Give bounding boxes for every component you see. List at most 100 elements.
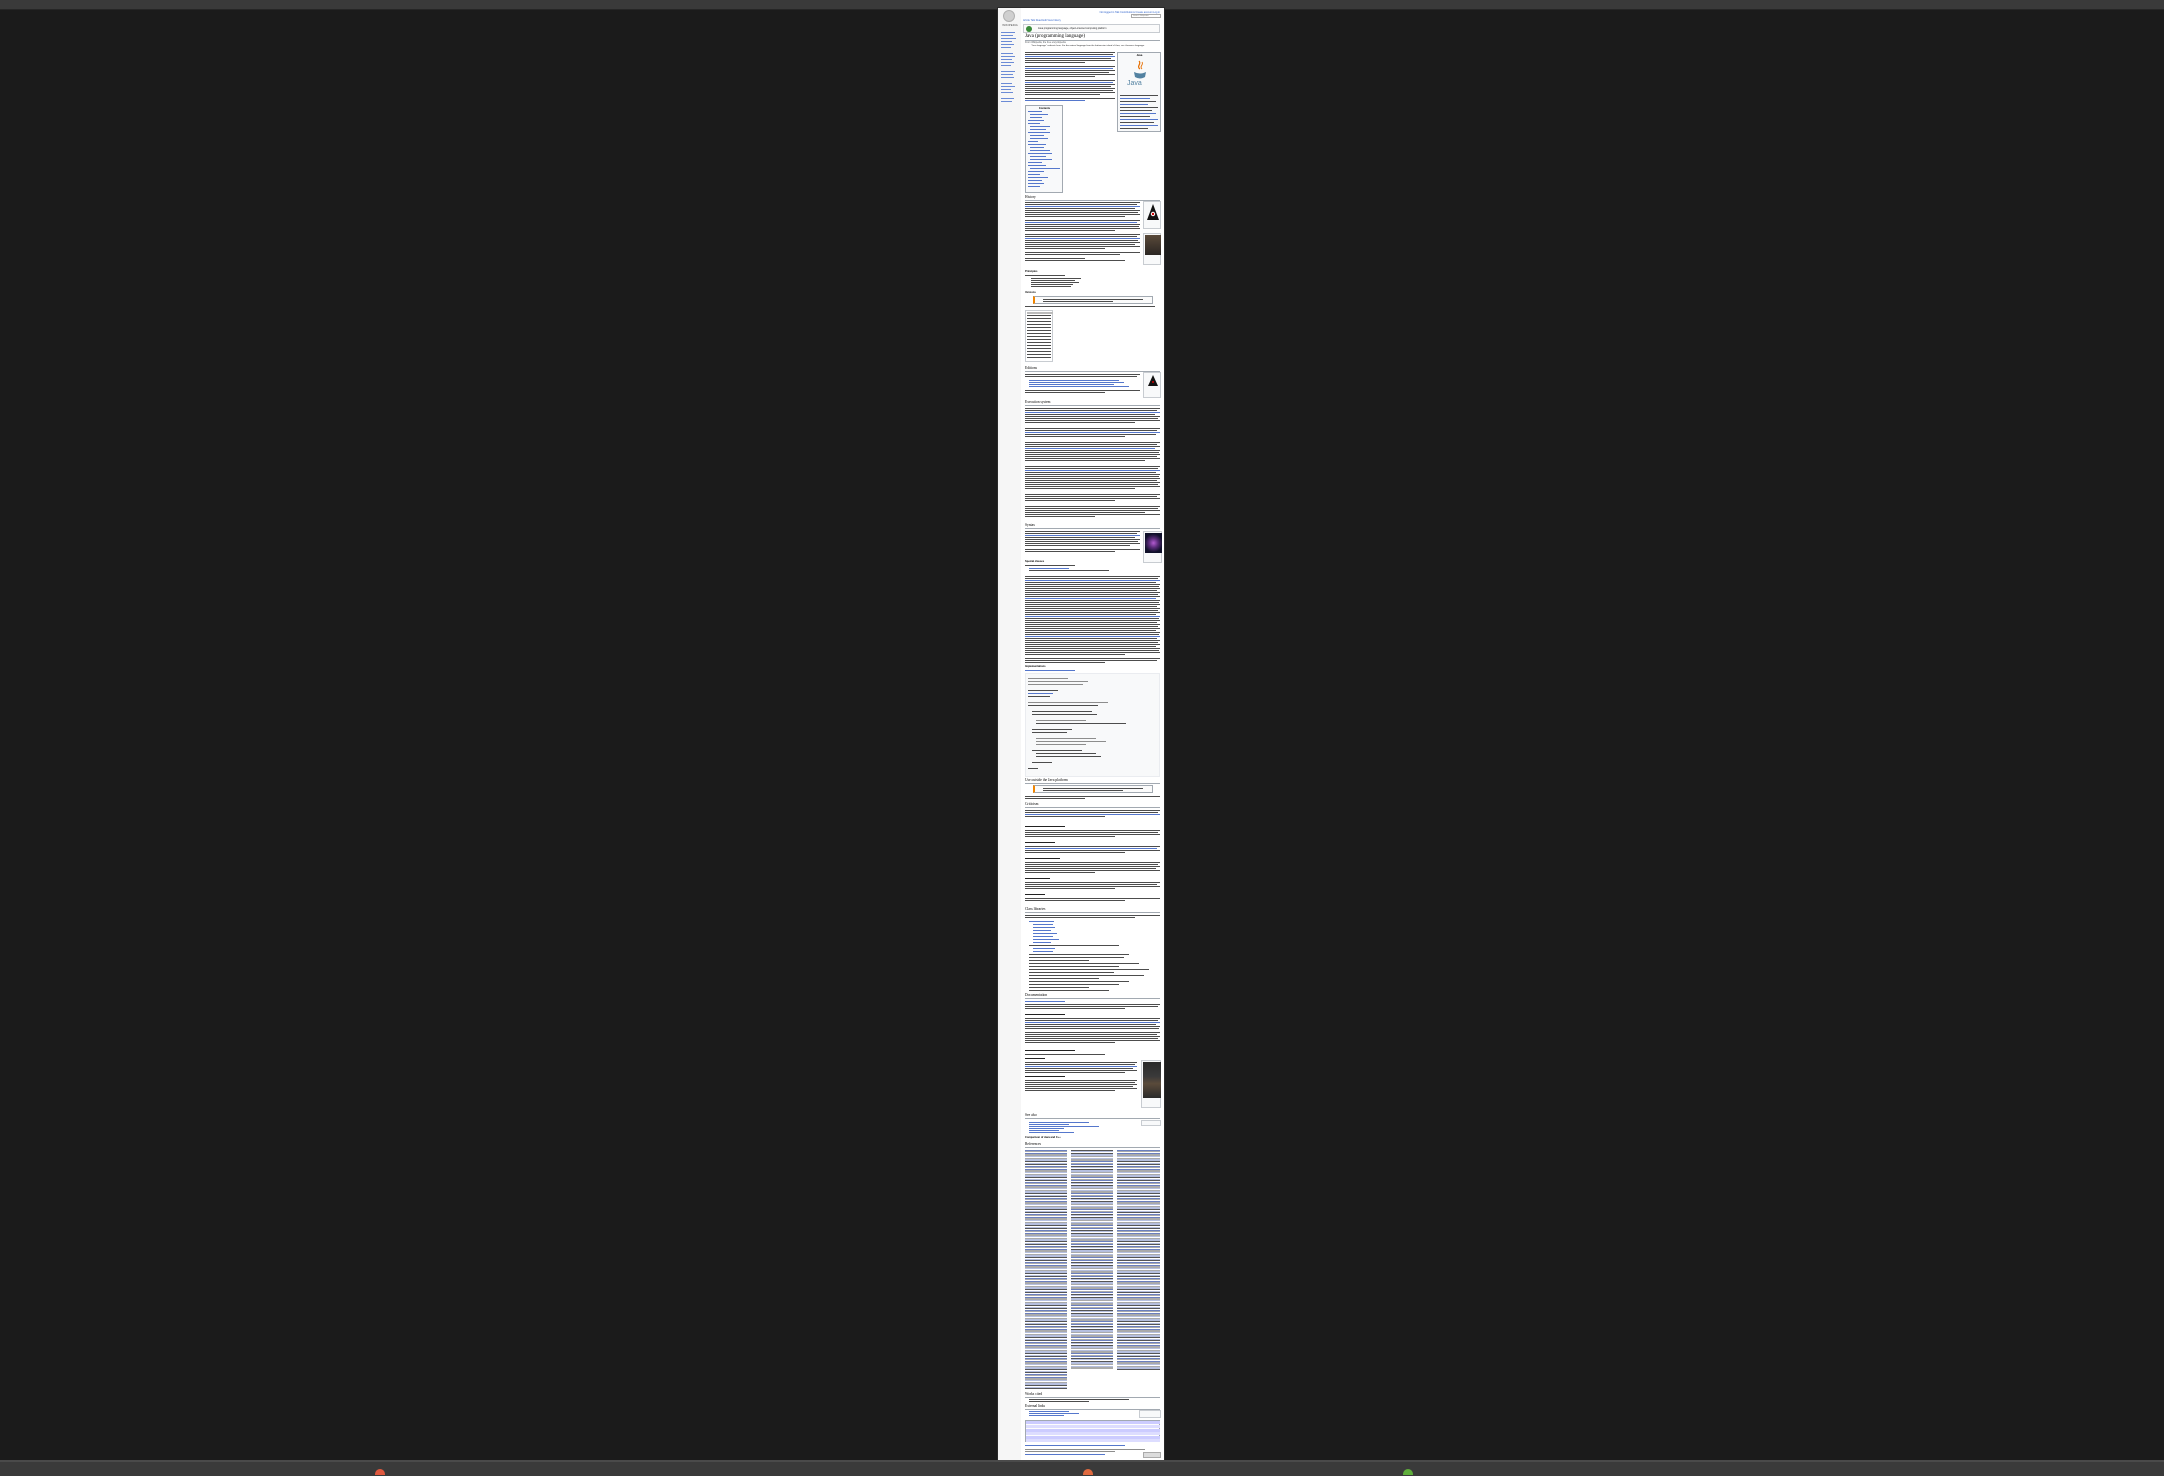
list-item[interactable] <box>1029 1126 1099 1128</box>
toc-item[interactable] <box>1028 174 1040 176</box>
text-line <box>1043 299 1143 301</box>
toc-item[interactable] <box>1028 141 1038 143</box>
list-item[interactable] <box>1029 1122 1089 1124</box>
toc-item[interactable] <box>1030 117 1042 119</box>
code-line <box>1028 702 1108 704</box>
categories-line[interactable] <box>1025 1445 1125 1447</box>
toc-item[interactable] <box>1030 114 1048 116</box>
thumbnail[interactable] <box>1141 1060 1161 1108</box>
section-heading-editions: Editions <box>1025 366 1037 370</box>
toc-item[interactable] <box>1028 123 1040 125</box>
infobox-row <box>1120 107 1158 109</box>
sidebar-link[interactable] <box>1001 62 1014 64</box>
text-line <box>1025 412 1160 414</box>
external-link[interactable] <box>1029 1411 1069 1413</box>
toc-item[interactable] <box>1030 168 1060 170</box>
sidebar-link[interactable] <box>1001 101 1012 103</box>
reference-lines[interactable] <box>1025 1149 1067 1389</box>
galaxy-image <box>1145 533 1162 553</box>
sidebar-link[interactable] <box>1001 56 1015 58</box>
sidebar-link[interactable] <box>1001 83 1012 85</box>
navbox-title[interactable] <box>1026 1421 1160 1424</box>
reference-lines[interactable] <box>1071 1149 1113 1369</box>
sidebar-link[interactable] <box>1001 71 1015 73</box>
toc-item[interactable] <box>1028 111 1042 113</box>
external-link[interactable] <box>1029 1415 1064 1417</box>
text-line <box>1025 588 1160 590</box>
sidebar-link[interactable] <box>1001 53 1013 55</box>
toc-item[interactable] <box>1028 186 1040 188</box>
taskbar-item[interactable] <box>1083 1469 1093 1475</box>
thumbnail[interactable] <box>1143 372 1161 398</box>
portal-box[interactable] <box>1141 1120 1161 1126</box>
thumbnail[interactable] <box>1143 201 1161 229</box>
toc-item[interactable] <box>1028 165 1046 167</box>
toc-item[interactable] <box>1028 162 1042 164</box>
toc-item[interactable] <box>1030 156 1046 158</box>
list-item[interactable] <box>1029 1124 1069 1126</box>
footer-links[interactable] <box>1025 1454 1105 1456</box>
sister-project-box[interactable] <box>1139 1410 1161 1418</box>
toc-item[interactable] <box>1028 171 1044 173</box>
list-item <box>1033 948 1055 950</box>
table-header <box>1027 312 1053 314</box>
toc-item[interactable] <box>1030 126 1050 128</box>
text-line <box>1025 816 1105 818</box>
list-item[interactable] <box>1029 1132 1074 1134</box>
navbox-row[interactable] <box>1026 1439 1160 1442</box>
sidebar-link[interactable] <box>1001 92 1013 94</box>
toc-item[interactable] <box>1030 135 1044 137</box>
browser-page-viewport[interactable]: WIKIPEDIA Not logged in Talk Contributio… <box>998 8 1164 1460</box>
thumbnail[interactable] <box>1143 233 1161 265</box>
sidebar-link[interactable] <box>1001 38 1016 40</box>
sidebar-link[interactable] <box>1001 41 1012 43</box>
toc-item[interactable] <box>1028 183 1044 185</box>
taskbar-item[interactable] <box>375 1469 385 1475</box>
toc-item[interactable] <box>1028 180 1042 182</box>
sidebar-link[interactable] <box>1001 89 1011 91</box>
text-line <box>1025 1064 1135 1066</box>
sidebar-link[interactable] <box>1001 32 1015 34</box>
sidebar-link[interactable] <box>1001 98 1014 100</box>
navbox-row[interactable] <box>1026 1432 1160 1435</box>
list-item[interactable] <box>1029 1128 1064 1130</box>
page-tabs[interactable]: Article Talk Read Edit View history <box>1023 19 1061 22</box>
sidebar-link[interactable] <box>1001 47 1011 49</box>
external-link[interactable] <box>1029 1413 1079 1415</box>
subheading-line <box>1025 878 1050 880</box>
sidebar-link[interactable] <box>1001 74 1013 76</box>
heading-rule <box>1025 912 1160 913</box>
search-input[interactable]: Search Wikipedia <box>1131 14 1161 18</box>
wikipedia-globe-logo-icon[interactable] <box>1003 10 1015 22</box>
taskbar-item[interactable] <box>1403 1469 1413 1475</box>
toc-item[interactable] <box>1030 150 1050 152</box>
list-item[interactable] <box>1029 1130 1059 1132</box>
toc-item[interactable] <box>1028 177 1048 179</box>
sidebar-link[interactable] <box>1001 77 1014 79</box>
reference-lines[interactable] <box>1117 1149 1160 1371</box>
toc-item[interactable] <box>1030 129 1046 131</box>
text-line <box>1025 539 1140 541</box>
text-line <box>1025 642 1158 644</box>
toc-item[interactable] <box>1028 144 1046 146</box>
table-row <box>1027 351 1051 353</box>
text-line <box>1025 533 1137 535</box>
text-line <box>1025 414 1155 416</box>
powered-by-badge[interactable] <box>1143 1452 1161 1458</box>
thumbnail[interactable] <box>1143 531 1162 563</box>
toc-item[interactable] <box>1030 159 1052 161</box>
text-line <box>1025 1006 1158 1008</box>
toc-item[interactable] <box>1028 132 1050 134</box>
sidebar-link[interactable] <box>1001 59 1012 61</box>
toc-item[interactable] <box>1028 153 1052 155</box>
list-item <box>1029 568 1069 570</box>
toc-item[interactable] <box>1028 120 1044 122</box>
sidebar-link[interactable] <box>1001 35 1013 37</box>
toc-item[interactable] <box>1030 147 1044 149</box>
sidebar-link[interactable] <box>1001 44 1014 46</box>
navbox-row[interactable] <box>1026 1425 1160 1428</box>
footer-text <box>1025 1449 1145 1451</box>
sidebar-link[interactable] <box>1001 86 1015 88</box>
sidebar-link[interactable] <box>1001 65 1011 67</box>
toc-item[interactable] <box>1030 138 1048 140</box>
